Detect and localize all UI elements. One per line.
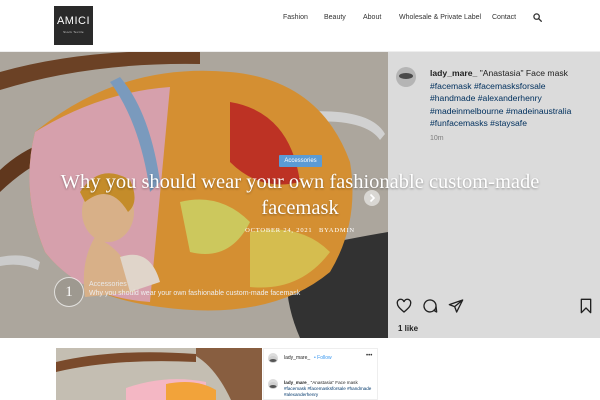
post-preview-section: lady_mare_ • Follow ••• lady_mare_ "Anas… xyxy=(0,338,600,400)
chevron-right-icon xyxy=(369,193,376,203)
card-caption: lady_mare_ "Anastasia" Face mask #facema… xyxy=(284,380,376,398)
card-hashtags[interactable]: #facemask #facemasksforsale #handmade #a… xyxy=(284,386,371,397)
nav-item-fashion[interactable]: Fashion xyxy=(283,14,308,21)
logo-title: AMICI xyxy=(56,15,91,27)
slide-number[interactable]: 1 xyxy=(54,277,84,307)
card-caption-user[interactable]: lady_mare_ xyxy=(284,380,309,385)
logo-tagline: Stock Textile xyxy=(63,30,84,34)
hero-meta: OCTOBER 24, 2021 BYADMIN xyxy=(200,227,400,234)
instagram-card: lady_mare_ • Follow ••• lady_mare_ "Anas… xyxy=(263,348,378,400)
more-options-icon[interactable]: ••• xyxy=(366,353,372,359)
slide-thumb-category[interactable]: Accessories xyxy=(89,281,127,288)
post-author[interactable]: ADMIN xyxy=(329,227,355,234)
author-prefix: BY xyxy=(318,227,329,234)
card-username[interactable]: lady_mare_ xyxy=(284,355,310,361)
nav-item-beauty[interactable]: Beauty xyxy=(324,14,346,21)
card-caption-text: "Anastasia" Face mask xyxy=(310,380,358,385)
site-header: AMICI Stock Textile Fashion Beauty About… xyxy=(0,0,600,52)
nav-item-wholesale[interactable]: Wholesale & Private Label xyxy=(399,14,481,21)
nav-item-contact[interactable]: Contact xyxy=(492,14,516,21)
slider-next-button[interactable] xyxy=(364,190,380,206)
category-badge[interactable]: Accessories xyxy=(279,155,322,167)
slide-thumb-title[interactable]: Why you should wear your own fashionable… xyxy=(89,290,300,297)
avatar[interactable] xyxy=(268,379,278,389)
hero-title[interactable]: Why you should wear your own fashionable… xyxy=(40,169,560,221)
avatar[interactable] xyxy=(268,353,278,363)
search-icon[interactable] xyxy=(533,13,542,22)
site-logo[interactable]: AMICI Stock Textile xyxy=(54,6,93,45)
post-date: OCTOBER 24, 2021 xyxy=(245,227,313,234)
hero-slider[interactable]: lady_mare_ "Anastasia" Face mask #facema… xyxy=(0,52,600,338)
post-thumbnail[interactable] xyxy=(56,348,262,400)
follow-button[interactable]: • Follow xyxy=(314,355,332,361)
nav-item-about[interactable]: About xyxy=(363,14,381,21)
